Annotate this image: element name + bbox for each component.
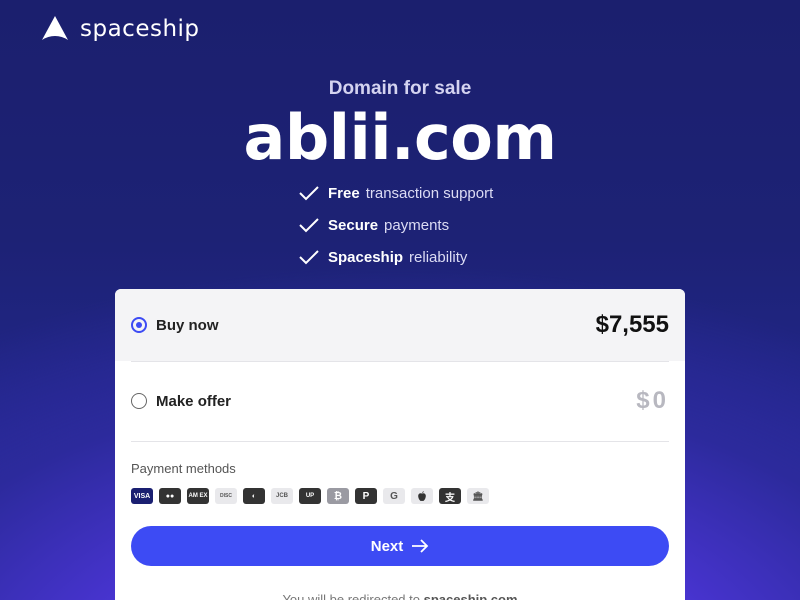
spaceship-logo-icon [42, 16, 68, 40]
hero: Domain for sale ablii.com [0, 78, 800, 174]
check-icon [299, 250, 319, 265]
divider [131, 441, 669, 442]
mastercard-icon: ●● [159, 488, 181, 504]
buy-now-price: $7,555 [595, 311, 669, 338]
check-icon [299, 186, 319, 201]
payment-methods-list: VISA ●● AM EX DISC ◐ JCB UP ₿ P G 支 🏛 [131, 488, 489, 504]
feature-item: Free transaction support [298, 182, 493, 204]
domain-name: ablii.com [243, 101, 557, 174]
payment-methods-label: Payment methods [131, 461, 236, 476]
offer-amount-input[interactable]: $0 [636, 387, 669, 415]
amex-icon: AM EX [187, 488, 209, 504]
next-button-label: Next [370, 537, 404, 555]
jcb-icon: JCB [271, 488, 293, 504]
bank-transfer-icon: 🏛 [467, 488, 489, 504]
visa-icon: VISA [131, 488, 153, 504]
apple-pay-icon [411, 488, 433, 504]
feature-item: Secure payments [298, 214, 493, 236]
make-offer-label: Make offer [156, 392, 232, 410]
feature-strong: Secure [328, 216, 379, 234]
feature-strong: Free [328, 184, 360, 202]
alipay-icon: 支 [439, 488, 461, 504]
arrow-right-icon [412, 539, 429, 553]
divider [131, 361, 669, 362]
check-icon [299, 218, 319, 233]
brand-name: spaceship [80, 16, 200, 42]
google-pay-icon: G [383, 488, 405, 504]
buy-now-option[interactable]: Buy now $7,555 [115, 289, 685, 361]
redirect-note: You will be redirected to spaceship.com [115, 592, 685, 600]
feature-item: Spaceship reliability [298, 246, 493, 268]
buy-now-radio[interactable] [131, 317, 147, 333]
make-offer-option[interactable]: Make offer $0 [115, 365, 685, 437]
buy-now-label: Buy now [156, 316, 219, 334]
discover-icon: DISC [215, 488, 237, 504]
make-offer-radio[interactable] [131, 393, 147, 409]
feature-text: payments [384, 216, 450, 234]
feature-text: reliability [409, 248, 468, 266]
spaceship-logo[interactable]: spaceship [40, 14, 200, 44]
feature-list: Free transaction support Secure payments… [298, 182, 493, 268]
page-subtitle: Domain for sale [328, 78, 472, 99]
paypal-icon: P [355, 488, 377, 504]
feature-strong: Spaceship [328, 248, 404, 266]
feature-text: transaction support [365, 184, 494, 202]
redirect-site: spaceship.com [423, 592, 518, 600]
next-button[interactable]: Next [131, 526, 669, 566]
bitcoin-icon: ₿ [327, 488, 349, 504]
purchase-card: Buy now $7,555 Make offer $0 Payment met… [115, 289, 685, 600]
diners-icon: ◐ [243, 488, 265, 504]
unionpay-icon: UP [299, 488, 321, 504]
redirect-prefix: You will be redirected to [282, 592, 424, 600]
